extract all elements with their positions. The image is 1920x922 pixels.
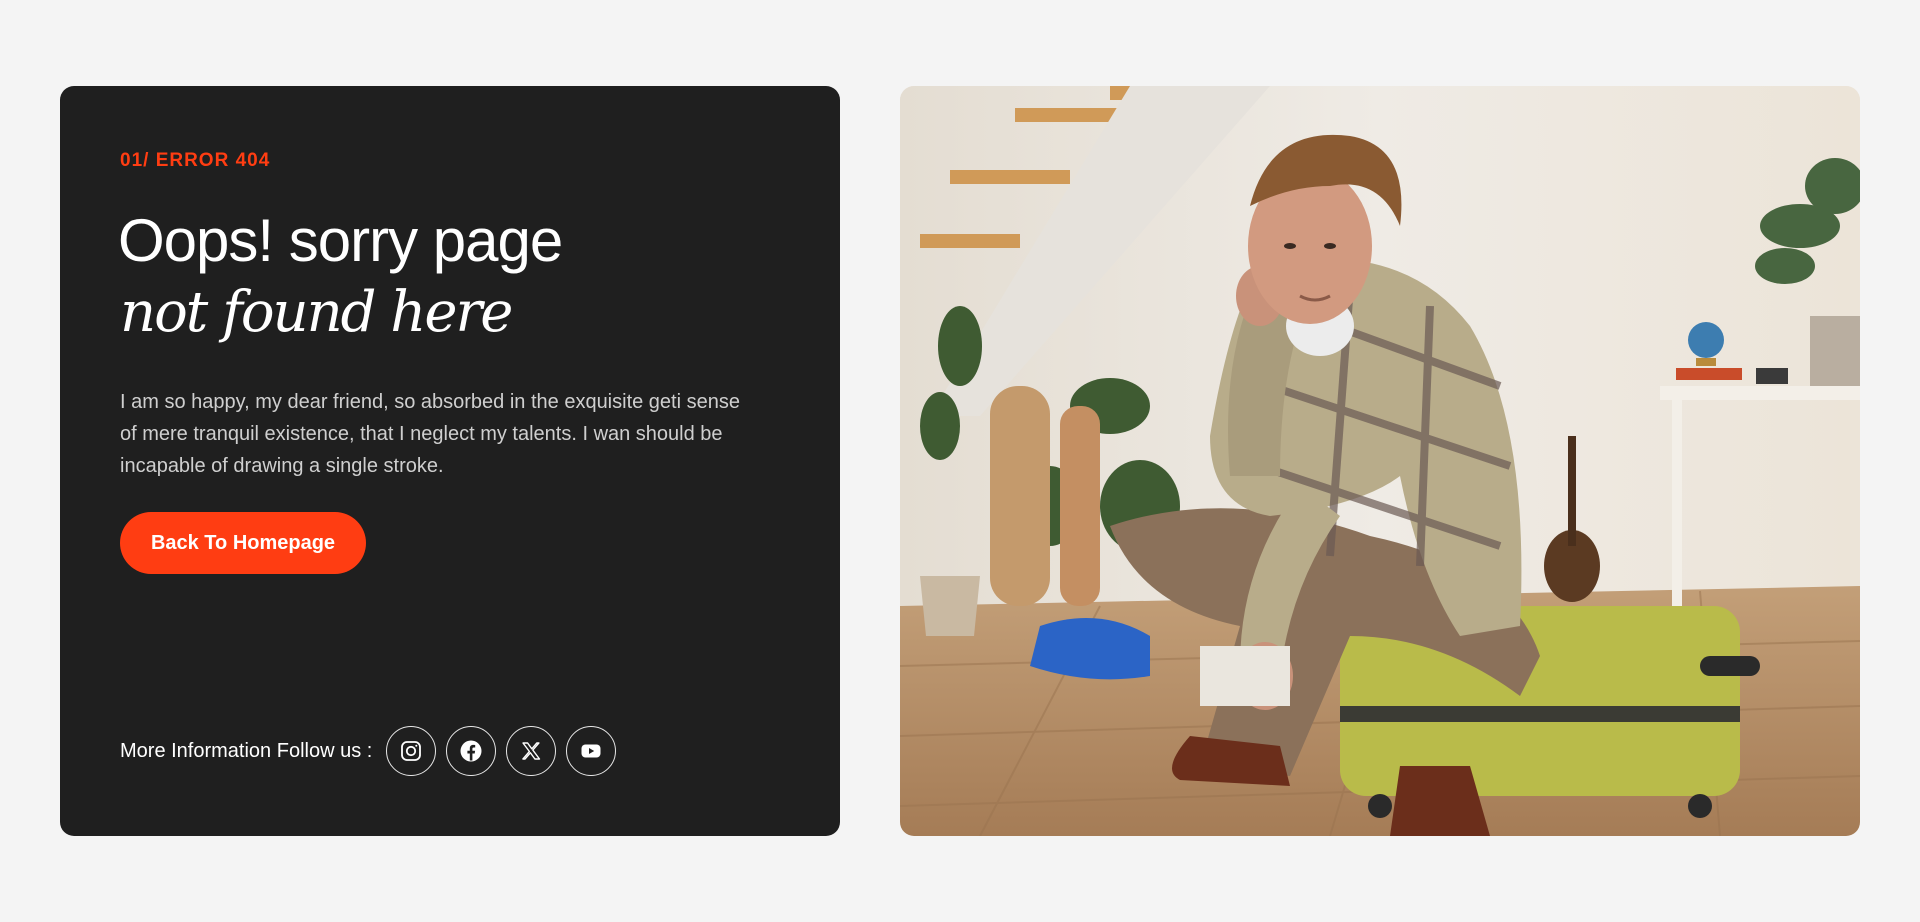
social-follow-bar: More Information Follow us : (120, 726, 626, 776)
youtube-link[interactable] (566, 726, 617, 776)
x-icon (522, 742, 541, 760)
follow-label: More Information Follow us : (120, 739, 373, 762)
facebook-link[interactable] (446, 726, 497, 776)
hero-image (900, 86, 1860, 836)
page-subtitle: not found here (120, 280, 513, 345)
error-code-label: 01/ ERROR 404 (120, 150, 271, 171)
facebook-icon (460, 740, 482, 762)
instagram-link[interactable] (386, 726, 437, 776)
x-link[interactable] (506, 726, 557, 776)
error-description: I am so happy, my dear friend, so absorb… (120, 391, 740, 477)
youtube-icon (581, 744, 601, 758)
page-title: Oops! sorry page (118, 207, 563, 274)
instagram-icon (401, 741, 422, 761)
back-to-homepage-button[interactable]: Back To Homepage (120, 512, 366, 574)
sad-traveler-illustration (900, 86, 1860, 836)
error-card: 01/ ERROR 404 Oops! sorry page not found… (60, 86, 840, 836)
